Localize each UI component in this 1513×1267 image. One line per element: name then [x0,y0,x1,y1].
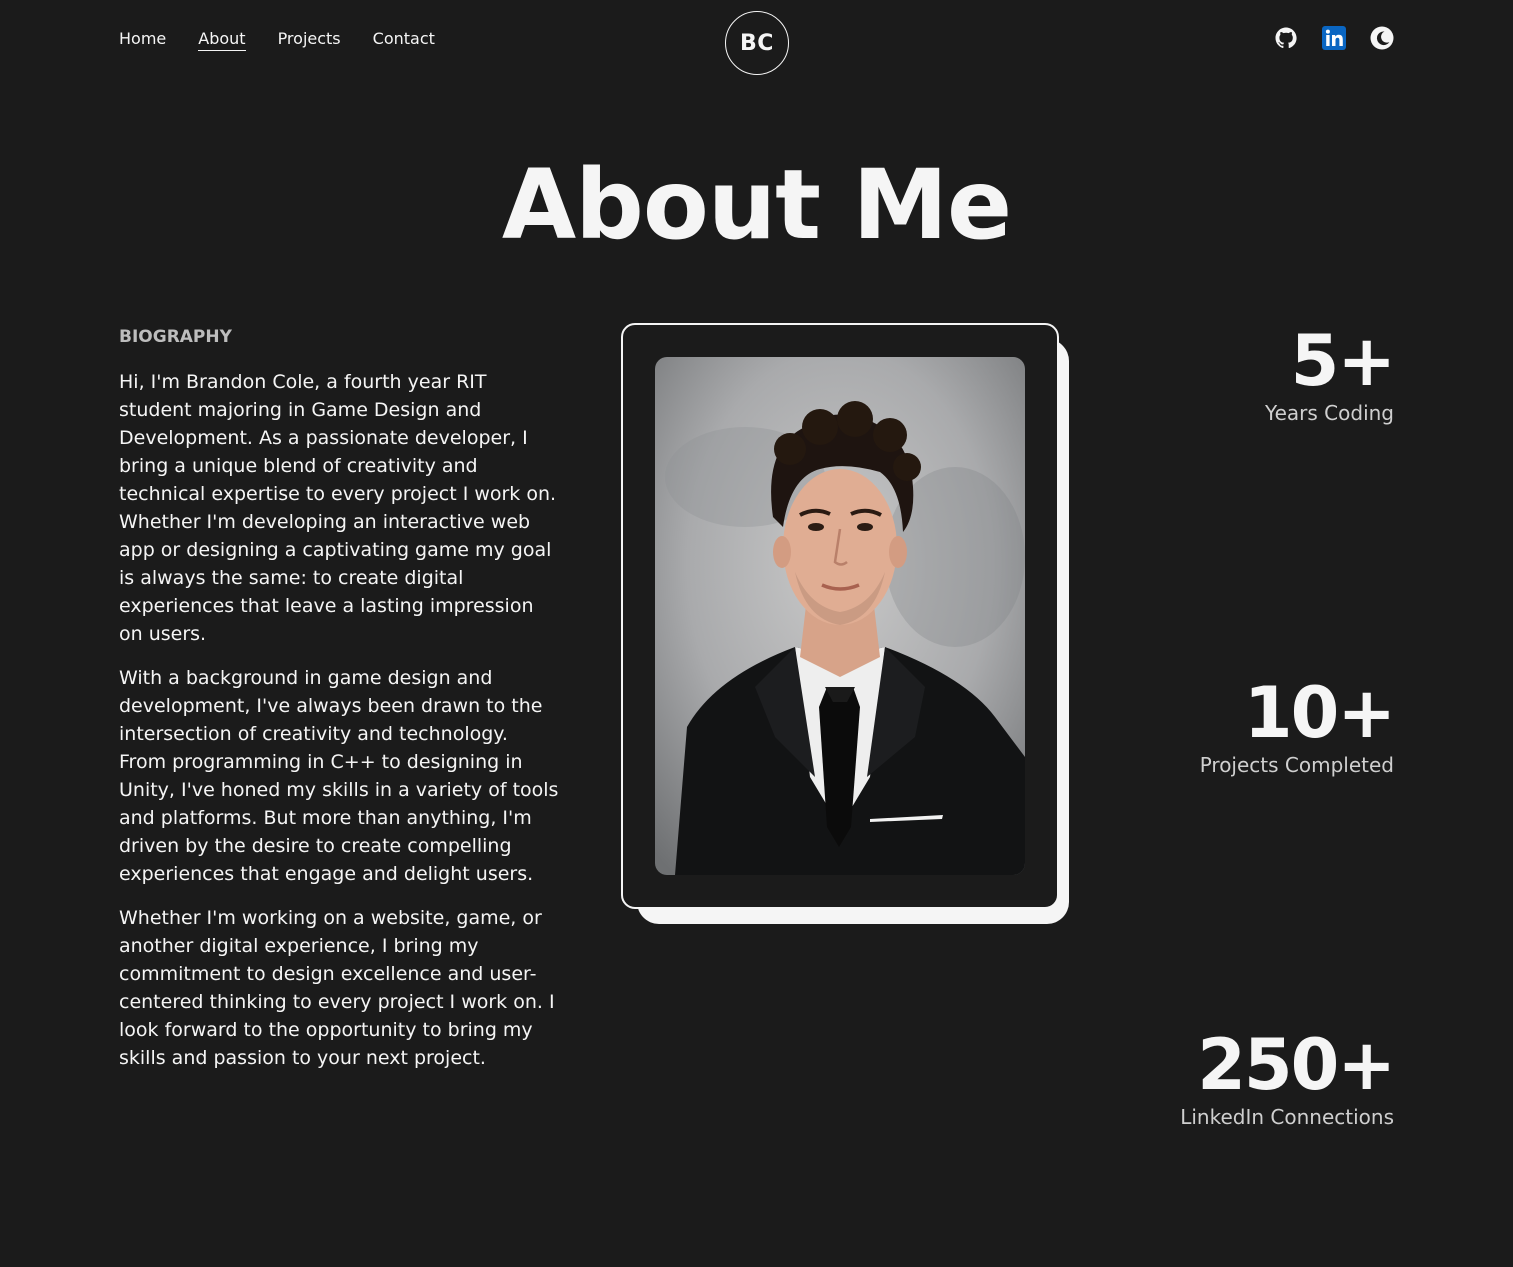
bio-paragraph: Hi, I'm Brandon Cole, a fourth year RIT … [119,371,557,645]
bio-paragraph: Whether I'm working on a website, game, … [119,907,555,1069]
nav-home-link[interactable]: Home [119,28,166,51]
main-nav: Home About Projects Contact [119,28,435,51]
stat-years-coding: 5+ Years Coding [1265,320,1396,426]
site-logo[interactable]: BC [725,11,789,75]
stat-label: Projects Completed [1199,753,1394,777]
nav-projects-link[interactable]: Projects [278,28,341,51]
theme-toggle-icon[interactable] [1370,26,1394,50]
biography-heading: BIOGRAPHY [119,327,232,347]
stat-value: 5+ [1290,320,1396,402]
stat-value: 10+ [1243,672,1396,754]
about-page: Home About Projects Contact BC About Me … [0,0,1513,1267]
page-title: About Me [501,149,1012,261]
social-links [1274,26,1394,50]
stat-projects-completed: 10+ Projects Completed [1199,672,1396,778]
biography-section: BIOGRAPHY Hi, I'm Brandon Cole, a fourth… [119,326,559,1088]
linkedin-icon[interactable] [1322,26,1346,50]
stat-label: Years Coding [1265,401,1394,425]
bio-paragraph: With a background in game design and dev… [119,667,559,885]
logo-initials: BC [740,30,774,56]
portrait-photo [655,357,1025,875]
stat-label: LinkedIn Connections [1180,1105,1394,1129]
stat-value: 250+ [1197,1024,1396,1106]
nav-about-link[interactable]: About [198,28,246,51]
nav-contact-link[interactable]: Contact [373,28,435,51]
github-icon[interactable] [1274,26,1298,50]
stat-linkedin-connections: 250+ LinkedIn Connections [1180,1024,1396,1130]
